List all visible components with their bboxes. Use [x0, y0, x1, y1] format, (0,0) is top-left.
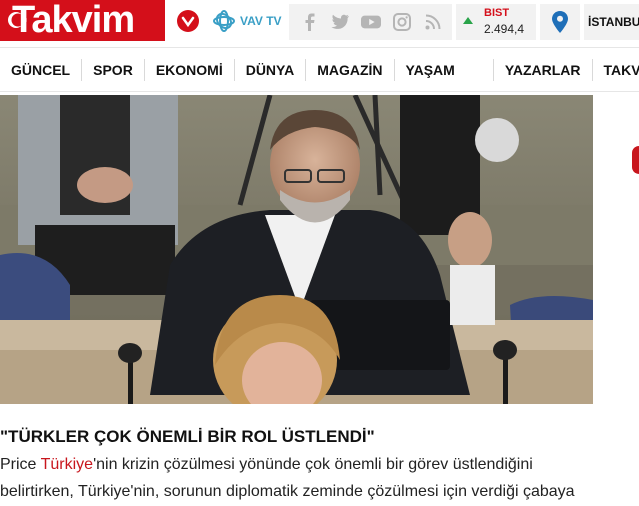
bist-label: BIST	[484, 7, 510, 19]
city-selector[interactable]: İSTANBUL	[584, 4, 639, 40]
trend-up-icon	[463, 17, 473, 24]
bist-value: 2.494,4	[484, 22, 525, 36]
text-segment: Price	[0, 456, 41, 473]
vavtv-logo-icon	[213, 10, 235, 32]
bist-ticker[interactable]: BIST 2.494,4	[456, 4, 536, 40]
article-photo[interactable]	[0, 95, 593, 404]
article-paragraph-line-2: belirtirken, Türkiye'nin, sorunun diplom…	[0, 483, 575, 500]
main-nav: GÜNCEL SPOR EKONOMİ DÜNYA MAGAZİN YAŞAM …	[0, 47, 639, 92]
facebook-icon[interactable]	[299, 12, 319, 32]
turkiye-link[interactable]: Türkiye	[41, 456, 93, 473]
location-pin-icon	[552, 11, 568, 33]
twitter-icon[interactable]	[330, 12, 350, 32]
vavtv-link[interactable]: VAV TV	[211, 9, 282, 33]
youtube-icon[interactable]	[360, 12, 381, 32]
press-conference-image	[0, 95, 593, 404]
nav-item-ekonomi[interactable]: EKONOMİ	[145, 58, 235, 81]
text-segment: 'nin krizin çözülmesi yönünde çok önemli…	[93, 456, 533, 473]
location-button[interactable]	[540, 4, 580, 40]
social-links	[289, 4, 452, 40]
site-logo[interactable]: Takvim	[0, 0, 165, 41]
nav-item-yasam[interactable]: YAŞAM	[395, 58, 494, 81]
nav-item-spor[interactable]: SPOR	[82, 58, 145, 81]
logo-text: Takvim	[12, 0, 135, 41]
nav-item-yazarlar[interactable]: YAZARLAR	[494, 58, 593, 81]
side-tab[interactable]	[632, 146, 639, 174]
rss-icon[interactable]	[423, 12, 443, 32]
nav-item-dunya[interactable]: DÜNYA	[235, 58, 307, 81]
nav-item-takvim-tv[interactable]: TAKVİM TV	[593, 59, 639, 81]
article-paragraph-line-1: Price Türkiye'nin krizin çözülmesi yönün…	[0, 456, 639, 474]
article-subheading: "TÜRKLER ÇOK ÖNEMLİ BİR ROL ÜSTLENDİ"	[0, 427, 375, 446]
top-bar: Takvim VAV TV BIST 2.494,4 İSTANBU	[0, 0, 639, 44]
vavtv-label: VAV TV	[240, 14, 282, 28]
instagram-icon[interactable]	[392, 12, 412, 32]
nav-item-magazin[interactable]: MAGAZİN	[306, 58, 395, 81]
nav-item-guncel[interactable]: GÜNCEL	[0, 58, 83, 81]
takvim-tv-icon[interactable]	[176, 9, 200, 33]
